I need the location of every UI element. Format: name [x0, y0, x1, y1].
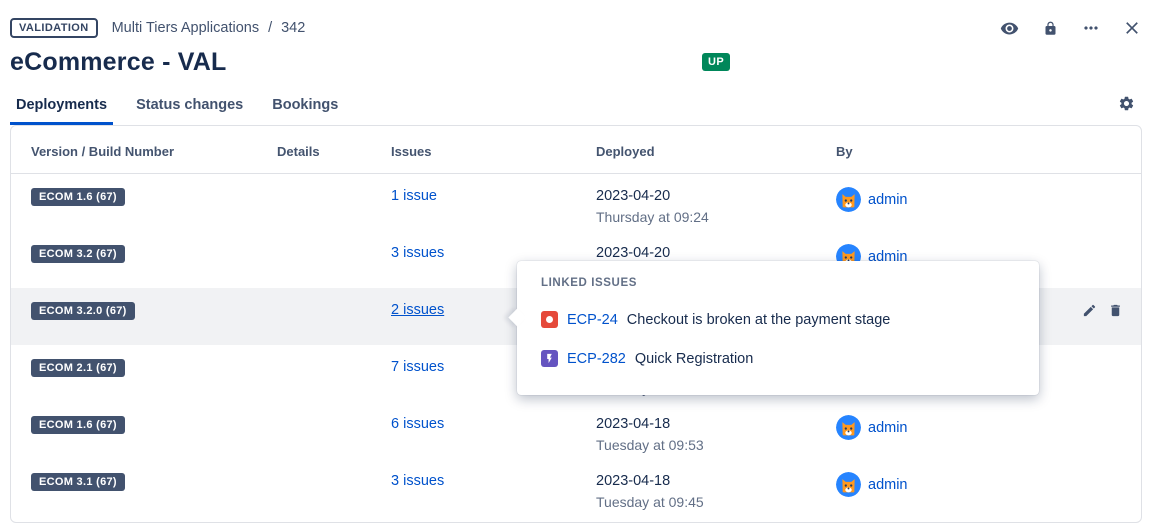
issues-link[interactable]: 6 issues — [391, 416, 444, 432]
deployed-date: 2023-04-18 — [596, 415, 836, 433]
deployed-cell: 2023-04-18 Tuesday at 09:45 — [596, 472, 836, 511]
column-header-actions — [1055, 126, 1141, 158]
issues-cell: 6 issues — [391, 415, 596, 433]
issue-type-bolt-icon — [541, 350, 558, 367]
watch-eye-icon[interactable] — [999, 18, 1019, 38]
issues-cell: 1 issue — [391, 187, 596, 205]
user-link[interactable]: admin — [868, 420, 908, 436]
status-badge: UP — [702, 53, 730, 71]
tab-status-changes[interactable]: Status changes — [130, 97, 249, 125]
tabs: Deployments Status changes Bookings — [10, 95, 1142, 125]
user-link[interactable]: admin — [868, 477, 908, 493]
edit-pencil-icon[interactable] — [1082, 303, 1097, 323]
issues-link[interactable]: 2 issues — [391, 302, 444, 318]
version-cell: ECOM 2.1 (67) — [11, 358, 277, 377]
version-badge: ECOM 2.1 (67) — [31, 359, 125, 377]
version-badge: ECOM 3.2.0 (67) — [31, 302, 135, 320]
deployed-date-relative: Tuesday at 09:45 — [596, 493, 836, 511]
title-row: eCommerce - VAL UP — [10, 48, 1142, 84]
issue-key-link[interactable]: ECP-282 — [567, 351, 626, 367]
row-actions — [1055, 415, 1141, 417]
page-title: eCommerce - VAL — [10, 48, 227, 76]
deployed-date: 2023-04-20 — [596, 187, 836, 205]
by-cell: admin — [836, 415, 1055, 440]
issues-link[interactable]: 3 issues — [391, 245, 444, 261]
row-actions — [1055, 244, 1141, 246]
settings-gear-icon[interactable] — [1118, 95, 1135, 117]
breadcrumb-separator: / — [268, 20, 272, 36]
deployment-panel: VALIDATION Multi Tiers Applications / 34… — [0, 0, 1152, 531]
user-link[interactable]: admin — [868, 192, 908, 208]
breadcrumb: Multi Tiers Applications / 342 — [112, 20, 306, 36]
version-cell: ECOM 1.6 (67) — [11, 187, 277, 206]
version-badge: ECOM 1.6 (67) — [31, 188, 125, 206]
deployed-cell: 2023-04-20 Thursday at 09:24 — [596, 187, 836, 226]
linked-issues-popup: LINKED ISSUES ECP-24 Checkout is broken … — [517, 261, 1039, 395]
tab-deployments[interactable]: Deployments — [10, 97, 113, 125]
column-header-version: Version / Build Number — [11, 126, 277, 173]
version-badge: ECOM 3.2 (67) — [31, 245, 125, 263]
version-cell: ECOM 1.6 (67) — [11, 415, 277, 434]
more-options-icon[interactable] — [1081, 18, 1101, 38]
deployed-cell: 2023-04-18 Tuesday at 09:53 — [596, 415, 836, 454]
table-row: ECOM 1.6 (67) 6 issues 2023-04-18 Tuesda… — [11, 402, 1141, 459]
tab-bookings[interactable]: Bookings — [266, 97, 344, 125]
issues-link[interactable]: 7 issues — [391, 359, 444, 375]
row-actions — [1055, 187, 1141, 189]
lock-icon[interactable] — [1040, 18, 1060, 38]
deployed-date: 2023-04-18 — [596, 472, 836, 490]
close-icon[interactable] — [1122, 18, 1142, 38]
issue-type-bug-icon — [541, 311, 558, 328]
issue-summary: Checkout is broken at the payment stage — [627, 312, 891, 328]
deployed-date: 2023-04-20 — [596, 244, 836, 262]
issue-key-link[interactable]: ECP-24 — [567, 312, 618, 328]
version-cell: ECOM 3.2.0 (67) — [11, 301, 277, 320]
version-cell: ECOM 3.1 (67) — [11, 472, 277, 491]
window-controls — [999, 18, 1142, 38]
deployed-date-relative: Tuesday at 09:53 — [596, 436, 836, 454]
popup-issue-list: ECP-24 Checkout is broken at the payment… — [541, 311, 1015, 367]
popup-title: LINKED ISSUES — [541, 277, 1015, 289]
table-row: ECOM 3.1 (67) 3 issues 2023-04-18 Tuesda… — [11, 459, 1141, 516]
linked-issue-item: ECP-24 Checkout is broken at the payment… — [541, 311, 1015, 328]
deployed-date-relative: Thursday at 09:24 — [596, 208, 836, 226]
environment-badge: VALIDATION — [10, 18, 98, 38]
issues-link[interactable]: 1 issue — [391, 188, 437, 204]
row-actions — [1055, 301, 1141, 323]
issues-cell: 3 issues — [391, 244, 596, 262]
table-row: ECOM 1.6 (67) 1 issue 2023-04-20 Thursda… — [11, 174, 1141, 231]
table-header: Version / Build Number Details Issues De… — [11, 126, 1141, 174]
linked-issue-item: ECP-282 Quick Registration — [541, 350, 1015, 367]
column-header-deployed: Deployed — [596, 126, 836, 173]
version-badge: ECOM 1.6 (67) — [31, 416, 125, 434]
issue-summary: Quick Registration — [635, 351, 753, 367]
user-avatar[interactable] — [836, 187, 861, 212]
top-bar: VALIDATION Multi Tiers Applications / 34… — [10, 0, 1142, 40]
column-header-details: Details — [277, 126, 391, 173]
by-cell: admin — [836, 472, 1055, 497]
user-avatar[interactable] — [836, 472, 861, 497]
by-cell: admin — [836, 187, 1055, 212]
delete-trash-icon[interactable] — [1108, 303, 1123, 323]
breadcrumb-app[interactable]: Multi Tiers Applications — [112, 20, 259, 36]
column-header-by: By — [836, 126, 1055, 173]
version-badge: ECOM 3.1 (67) — [31, 473, 125, 491]
version-cell: ECOM 3.2 (67) — [11, 244, 277, 263]
issues-cell: 3 issues — [391, 472, 596, 490]
row-actions — [1055, 472, 1141, 474]
column-header-issues: Issues — [391, 126, 596, 173]
user-avatar[interactable] — [836, 415, 861, 440]
breadcrumb-id[interactable]: 342 — [281, 20, 305, 36]
issues-link[interactable]: 3 issues — [391, 473, 444, 489]
row-actions — [1055, 358, 1141, 360]
